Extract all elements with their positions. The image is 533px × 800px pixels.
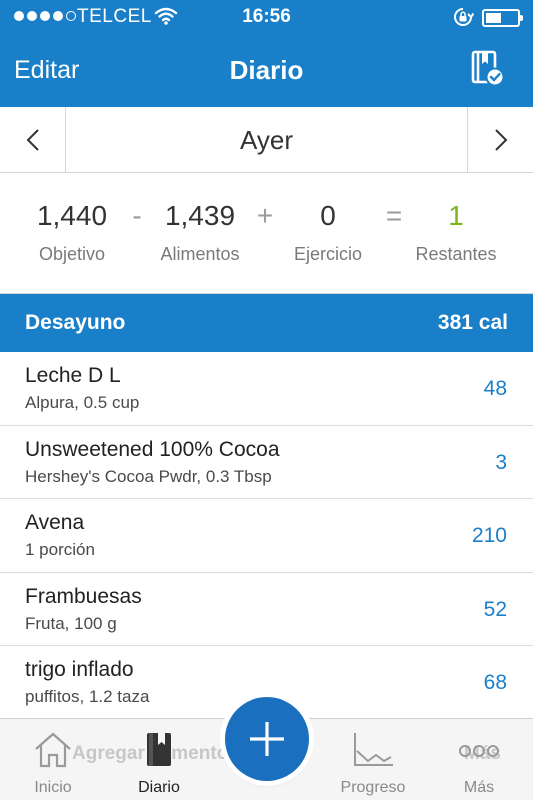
date-navigator: Ayer — [0, 107, 533, 173]
calorie-summary: 1,440 Objetivo - 1,439 Alimentos + 0 Eje… — [0, 174, 533, 294]
food-item[interactable]: Frambuesas Fruta, 100 g 52 — [0, 573, 533, 646]
tab-inicio[interactable]: Inicio — [0, 719, 106, 800]
food-description: Hershey's Cocoa Pwdr, 0.3 Tbsp — [25, 466, 272, 486]
tab-label: Más — [463, 779, 495, 796]
meal-name: Desayuno — [25, 311, 126, 334]
exercise-value: 0 — [320, 200, 336, 231]
app-header: TELCEL 16:56 Editar Diario — [0, 0, 533, 107]
diary-icon — [106, 731, 212, 771]
goal-value: 1,440 — [36, 200, 108, 231]
food-list: Leche D L Alpura, 0.5 cup 48 Unsweetened… — [0, 352, 533, 720]
more-icon — [426, 731, 532, 771]
food-name: Avena — [25, 511, 85, 534]
food-description: 1 porción — [25, 540, 95, 559]
chart-icon — [320, 731, 426, 771]
exercise-label: Ejercicio — [293, 244, 363, 264]
navigation-bar: Editar Diario — [0, 36, 533, 107]
battery-icon — [482, 9, 523, 27]
food-description: Alpura, 0.5 cup — [25, 393, 140, 412]
remaining-label: Restantes — [415, 244, 497, 264]
date-label: Ayer — [240, 125, 293, 155]
complete-diary-icon[interactable] — [470, 50, 506, 88]
plus-icon — [250, 722, 284, 756]
food-name: Frambuesas — [25, 584, 142, 608]
home-icon — [0, 731, 106, 771]
food-name: Unsweetened 100% Cocoa — [25, 437, 280, 461]
status-bar: TELCEL 16:56 — [0, 0, 533, 36]
food-name: trigo inflado — [25, 658, 134, 681]
page-title: Diario — [229, 55, 304, 85]
remaining-value: 1 — [448, 200, 464, 231]
food-description: puffitos, 1.2 taza — [25, 687, 150, 706]
previous-day-button[interactable] — [0, 107, 66, 173]
meal-calories: 381 cal — [437, 311, 508, 334]
food-value: 1,439 — [164, 200, 236, 231]
chevron-left-icon — [26, 129, 39, 151]
food-name: Leche D L — [25, 364, 121, 387]
food-calories: 48 — [483, 377, 507, 400]
food-label: Alimentos — [160, 244, 240, 264]
next-day-button[interactable] — [467, 107, 533, 173]
tab-progreso[interactable]: Progreso — [320, 719, 426, 800]
goal-label: Objetivo — [38, 244, 106, 264]
food-item[interactable]: Unsweetened 100% Cocoa Hershey's Cocoa P… — [0, 426, 533, 499]
food-item[interactable]: Avena 1 porción 210 — [0, 499, 533, 573]
food-calories: 3 — [495, 450, 507, 474]
food-calories: 68 — [483, 671, 507, 694]
tab-label: Progreso — [340, 779, 406, 796]
meal-section-header: Desayuno 381 cal — [0, 294, 533, 352]
food-calories: 52 — [483, 597, 507, 621]
tab-mas[interactable]: Más — [426, 719, 532, 800]
tab-label: Inicio — [34, 779, 72, 796]
food-description: Fruta, 100 g — [25, 613, 117, 633]
chevron-right-icon — [494, 129, 507, 151]
rotation-lock-icon — [452, 7, 475, 33]
tab-label: Diario — [138, 779, 180, 796]
food-item[interactable]: Leche D L Alpura, 0.5 cup 48 — [0, 352, 533, 426]
add-button[interactable] — [225, 697, 309, 781]
food-calories: 210 — [471, 524, 507, 547]
tab-diario[interactable]: Diario — [106, 719, 212, 800]
